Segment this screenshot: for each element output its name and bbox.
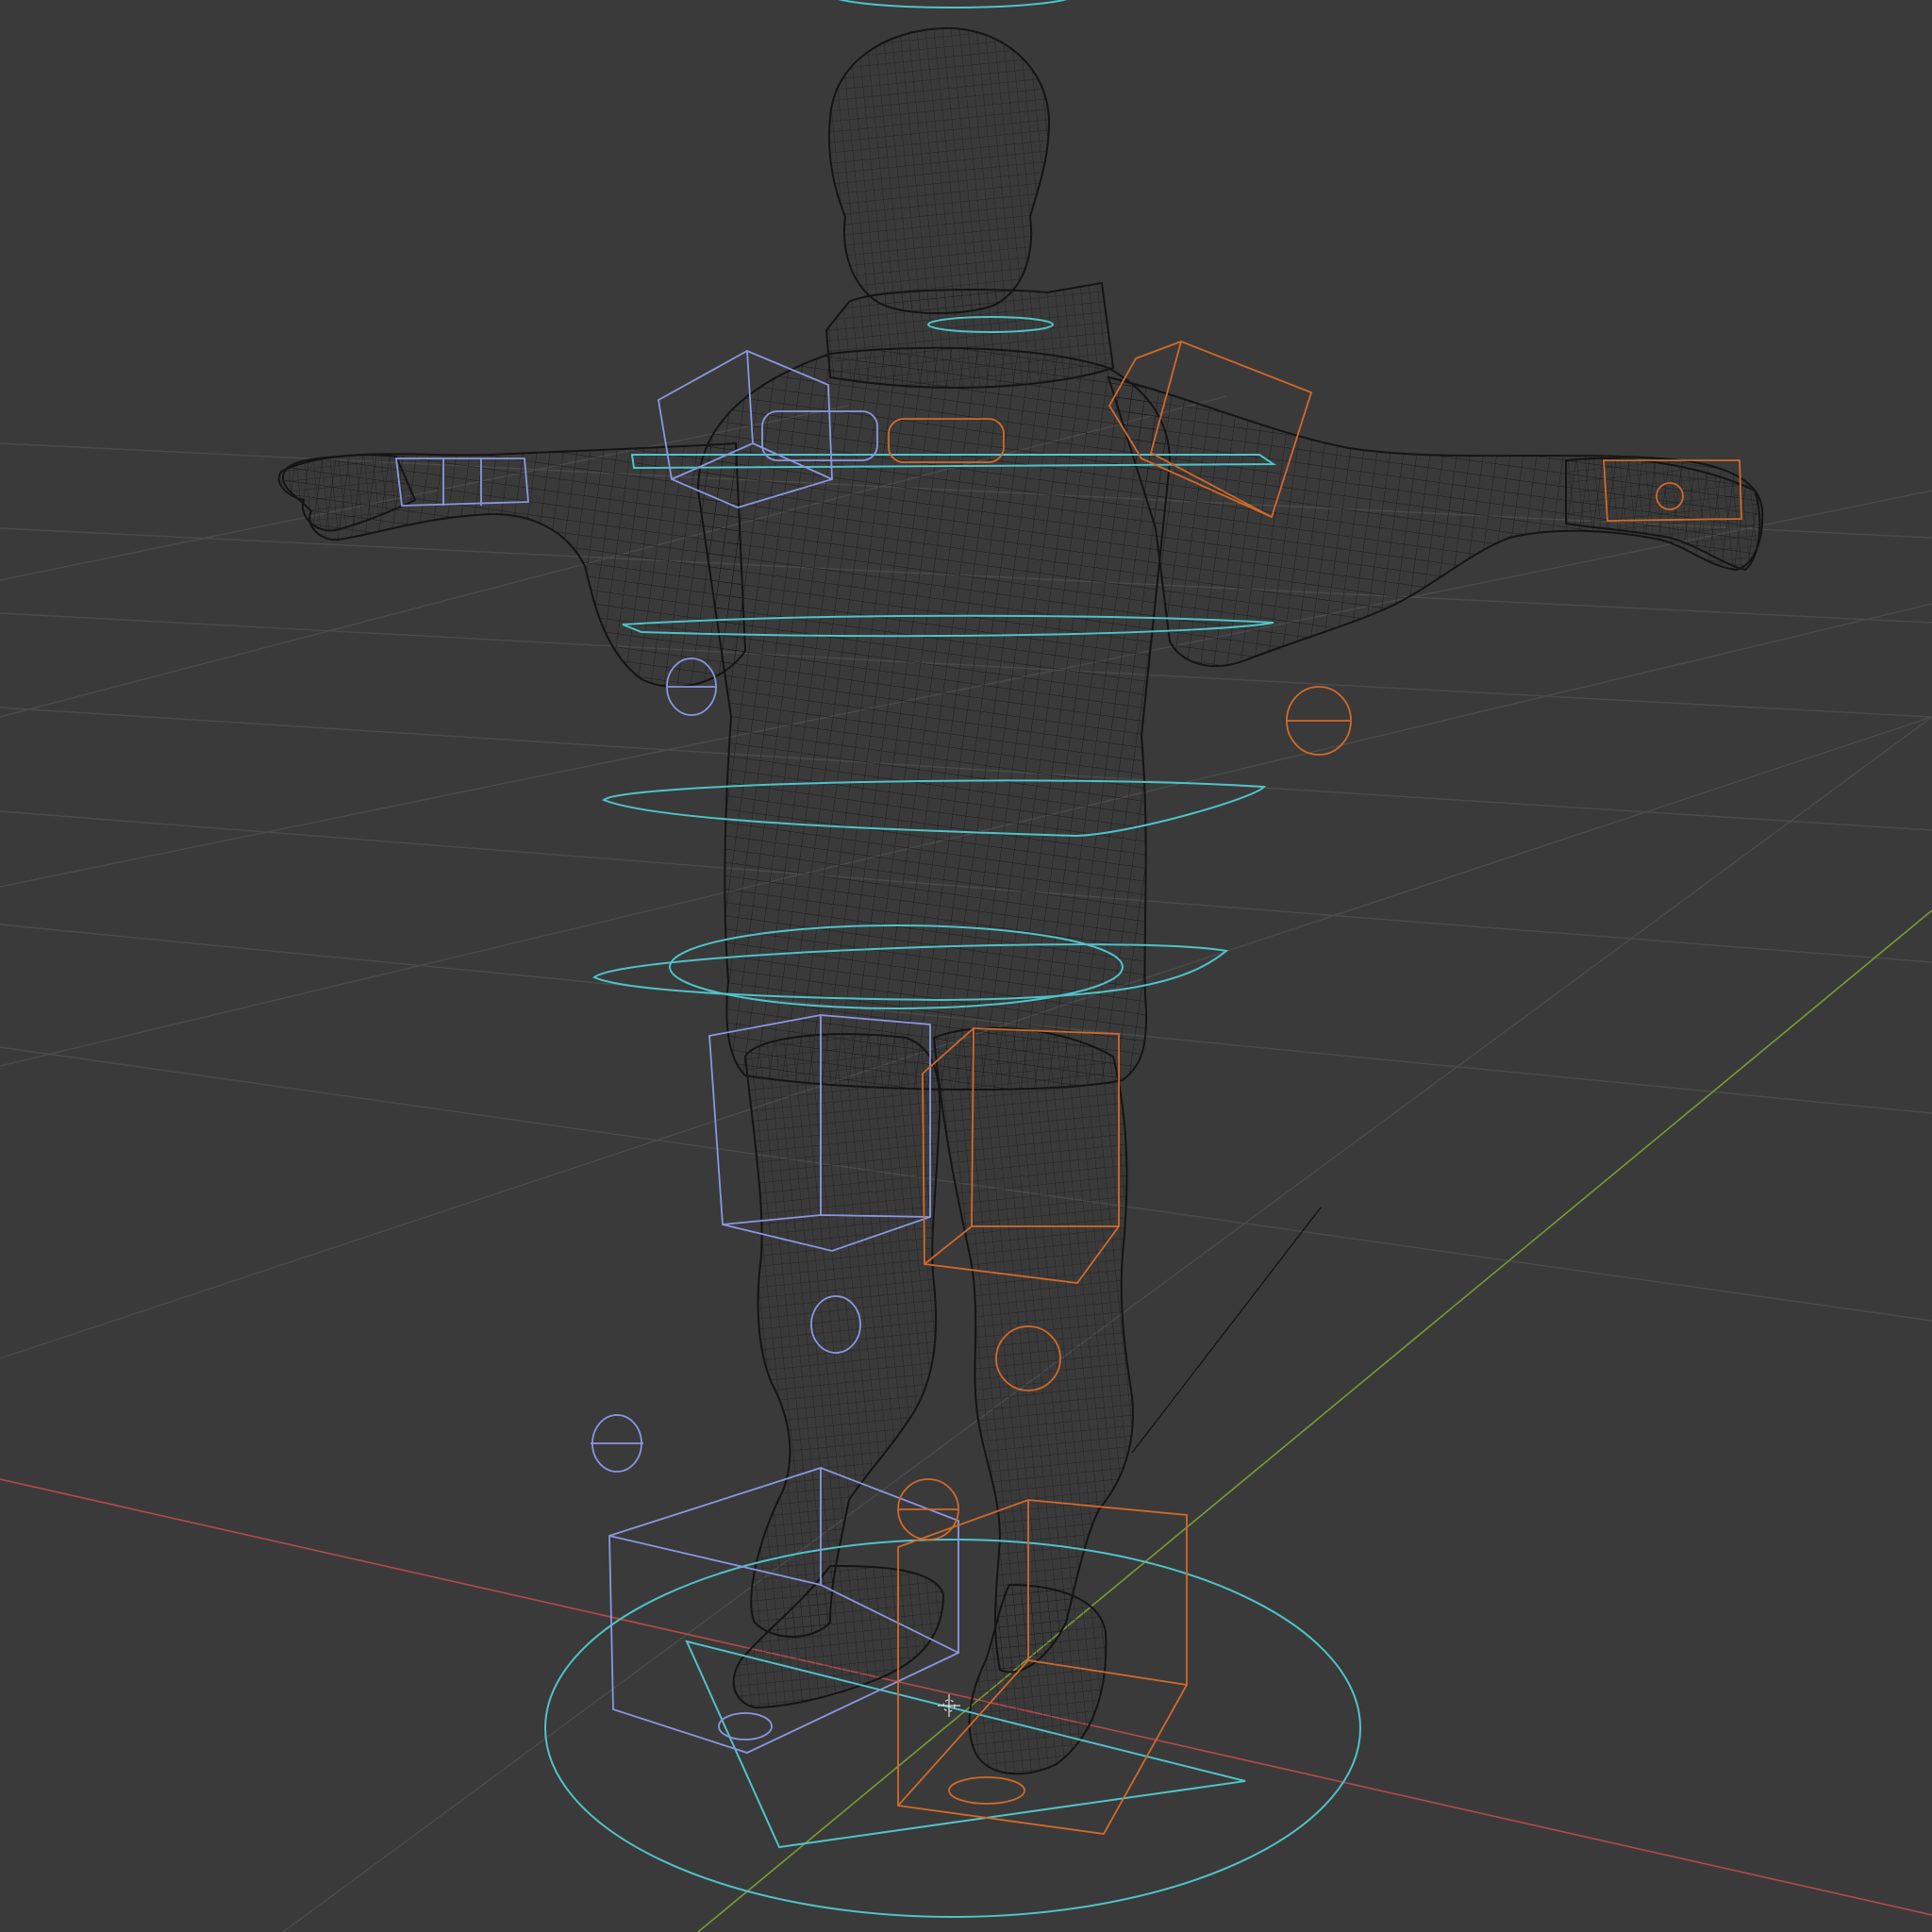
mesh-leg-right (932, 1026, 1134, 1674)
3d-viewport[interactable] (0, 0, 1932, 1932)
3d-cursor[interactable] (938, 1694, 960, 1717)
x-axis-line (0, 1478, 1932, 1916)
heel-right-control[interactable] (948, 1776, 1025, 1805)
heel-left-control[interactable] (718, 1712, 773, 1740)
mesh-head (827, 26, 1051, 314)
camera-guide-line (1131, 1207, 1322, 1454)
mesh-boot-right (968, 1583, 1108, 1775)
mesh-torso (696, 346, 1172, 1091)
scene-canvas[interactable] (0, 0, 1932, 1932)
head-top-control[interactable] (830, 0, 1075, 8)
root-control[interactable] (544, 1539, 1361, 1918)
character-mesh[interactable] (277, 26, 1764, 1775)
